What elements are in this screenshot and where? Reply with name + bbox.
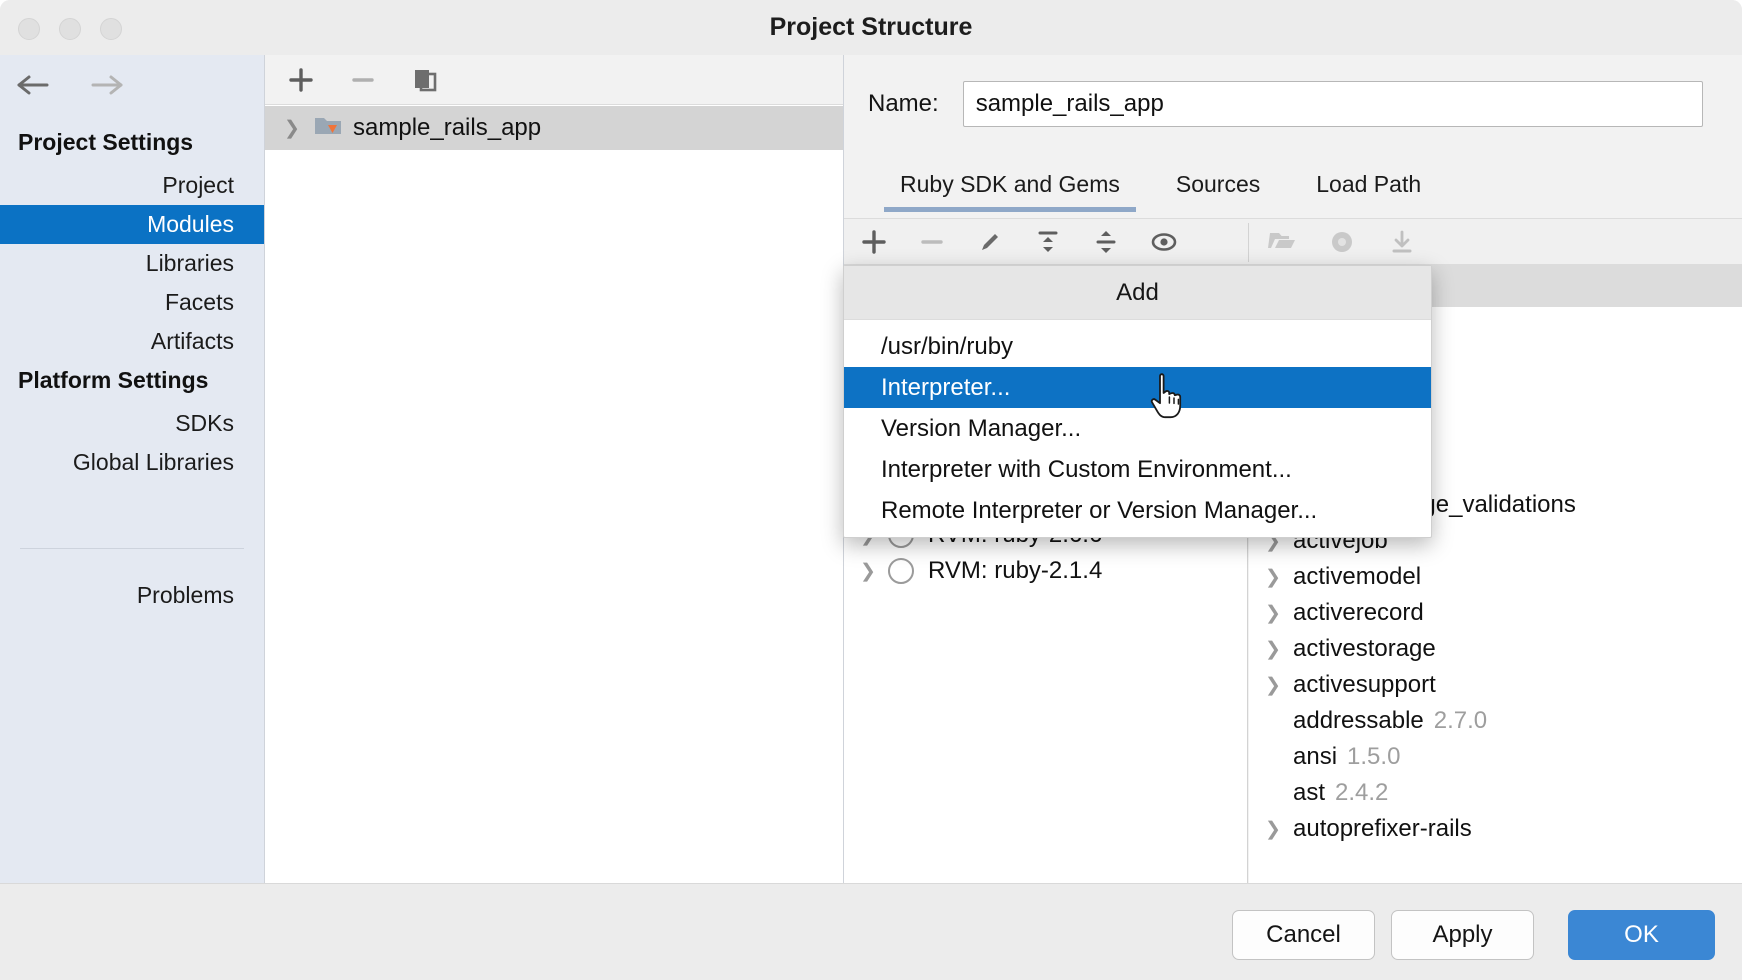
module-name-row: Name:	[868, 81, 1703, 127]
sdk-toolbar-right	[1264, 219, 1420, 265]
expand-all-button[interactable]	[1088, 224, 1124, 260]
chevron-right-icon[interactable]: ❯	[1265, 566, 1293, 589]
sidebar-divider	[20, 548, 244, 549]
chevron-right-icon[interactable]: ❯	[281, 117, 303, 140]
sdk-label: RVM: ruby-2.1.4	[928, 557, 1102, 585]
toolbar-divider	[1248, 223, 1249, 262]
module-tree-row[interactable]: ❯ sample_rails_app	[265, 106, 843, 150]
settings-sidebar: Project Settings Project Modules Librari…	[0, 55, 265, 883]
list-item[interactable]: ❯activesupport	[1249, 667, 1742, 703]
sidebar-item-artifacts[interactable]: Artifacts	[0, 322, 264, 361]
sidebar-item-global-libraries[interactable]: Global Libraries	[0, 443, 264, 482]
tab-load-path[interactable]: Load Path	[1288, 163, 1449, 212]
gem-name: activestorage	[1293, 635, 1436, 663]
list-item[interactable]: ❯activemodel	[1249, 559, 1742, 595]
window-title: Project Structure	[0, 0, 1742, 55]
add-sdk-popup-menu: Add /usr/bin/ruby Interpreter... Version…	[843, 265, 1432, 538]
sidebar-item-project[interactable]: Project	[0, 166, 264, 205]
gem-version: 2.7.0	[1434, 707, 1487, 735]
gem-name: activemodel	[1293, 563, 1421, 591]
sidebar-item-sdks[interactable]: SDKs	[0, 404, 264, 443]
list-item[interactable]: ansi 1.5.0	[1249, 739, 1742, 775]
chevron-right-icon[interactable]: ❯	[1265, 674, 1293, 697]
install-gem-button[interactable]	[1384, 224, 1420, 260]
gem-version: 2.4.2	[1335, 779, 1388, 807]
gem-name: addressable	[1293, 707, 1424, 735]
sidebar-group-project-settings: Project Settings	[0, 123, 264, 166]
collapse-all-button[interactable]	[1030, 224, 1066, 260]
show-details-button[interactable]	[1146, 224, 1182, 260]
menu-item-interpreter-custom-environment[interactable]: Interpreter with Custom Environment...	[844, 449, 1431, 490]
list-item[interactable]: ❯activerecord	[1249, 595, 1742, 631]
add-module-button[interactable]	[283, 62, 319, 98]
gem-name: activesupport	[1293, 671, 1436, 699]
pointing-hand-cursor	[1148, 372, 1194, 429]
gem-name: activerecord	[1293, 599, 1424, 627]
sdk-toolbar	[844, 218, 1742, 265]
cancel-button[interactable]: Cancel	[1232, 910, 1375, 960]
forward-arrow-icon[interactable]	[86, 68, 128, 102]
module-folder-icon	[313, 113, 343, 144]
tab-ruby-sdk-and-gems[interactable]: Ruby SDK and Gems	[872, 163, 1148, 212]
chevron-right-icon[interactable]: ❯	[1265, 818, 1293, 841]
sidebar-item-facets[interactable]: Facets	[0, 283, 264, 322]
gem-name: ansi	[1293, 743, 1337, 771]
gem-info-button[interactable]	[1324, 224, 1360, 260]
project-structure-window: Project Structure Project Settings Proje…	[0, 0, 1742, 980]
sidebar-item-modules[interactable]: Modules	[0, 205, 264, 244]
edit-sdk-button[interactable]	[972, 224, 1008, 260]
open-folder-button[interactable]	[1264, 224, 1300, 260]
sidebar-item-libraries[interactable]: Libraries	[0, 244, 264, 283]
gem-name: autoprefixer-rails	[1293, 815, 1472, 843]
module-name-input[interactable]	[963, 81, 1703, 127]
menu-item-interpreter[interactable]: Interpreter...	[844, 367, 1431, 408]
sidebar-group-platform-settings: Platform Settings	[0, 361, 264, 404]
chevron-right-icon[interactable]: ❯	[1265, 602, 1293, 625]
navigation-arrows	[12, 68, 128, 102]
copy-module-button[interactable]	[407, 62, 443, 98]
add-sdk-button[interactable]	[856, 224, 892, 260]
list-item[interactable]: addressable 2.7.0	[1249, 703, 1742, 739]
list-item[interactable]: ❯activestorage	[1249, 631, 1742, 667]
menu-item-remote-interpreter[interactable]: Remote Interpreter or Version Manager...	[844, 490, 1431, 531]
list-item[interactable]: ❯autoprefixer-rails	[1249, 811, 1742, 847]
remove-module-button[interactable]	[345, 62, 381, 98]
sdk-toolbar-left	[856, 219, 1182, 265]
gem-version: 1.5.0	[1347, 743, 1400, 771]
name-label: Name:	[868, 90, 939, 118]
popup-menu-title: Add	[844, 266, 1431, 320]
chevron-right-icon[interactable]: ❯	[860, 560, 888, 583]
back-arrow-icon[interactable]	[12, 68, 54, 102]
apply-button[interactable]: Apply	[1391, 910, 1534, 960]
modules-toolbar	[265, 55, 843, 105]
modules-panel: ❯ sample_rails_app	[265, 55, 844, 883]
settings-nav-list: Project Settings Project Modules Librari…	[0, 123, 264, 482]
module-name-label: sample_rails_app	[353, 114, 541, 142]
sdk-radio[interactable]	[888, 558, 914, 584]
tab-sources[interactable]: Sources	[1148, 163, 1288, 212]
remove-sdk-button[interactable]	[914, 224, 950, 260]
list-item[interactable]: ast 2.4.2	[1249, 775, 1742, 811]
ok-button[interactable]: OK	[1568, 910, 1715, 960]
chevron-right-icon[interactable]: ❯	[1265, 638, 1293, 661]
menu-item-usr-bin-ruby[interactable]: /usr/bin/ruby	[844, 326, 1431, 367]
sdk-list-item[interactable]: ❯ RVM: ruby-2.1.4	[844, 553, 1247, 589]
sidebar-item-problems[interactable]: Problems	[0, 576, 264, 615]
menu-item-version-manager[interactable]: Version Manager...	[844, 408, 1431, 449]
titlebar: Project Structure	[0, 0, 1742, 56]
gem-name: ast	[1293, 779, 1325, 807]
detail-tabs: Ruby SDK and Gems Sources Load Path	[872, 163, 1449, 212]
